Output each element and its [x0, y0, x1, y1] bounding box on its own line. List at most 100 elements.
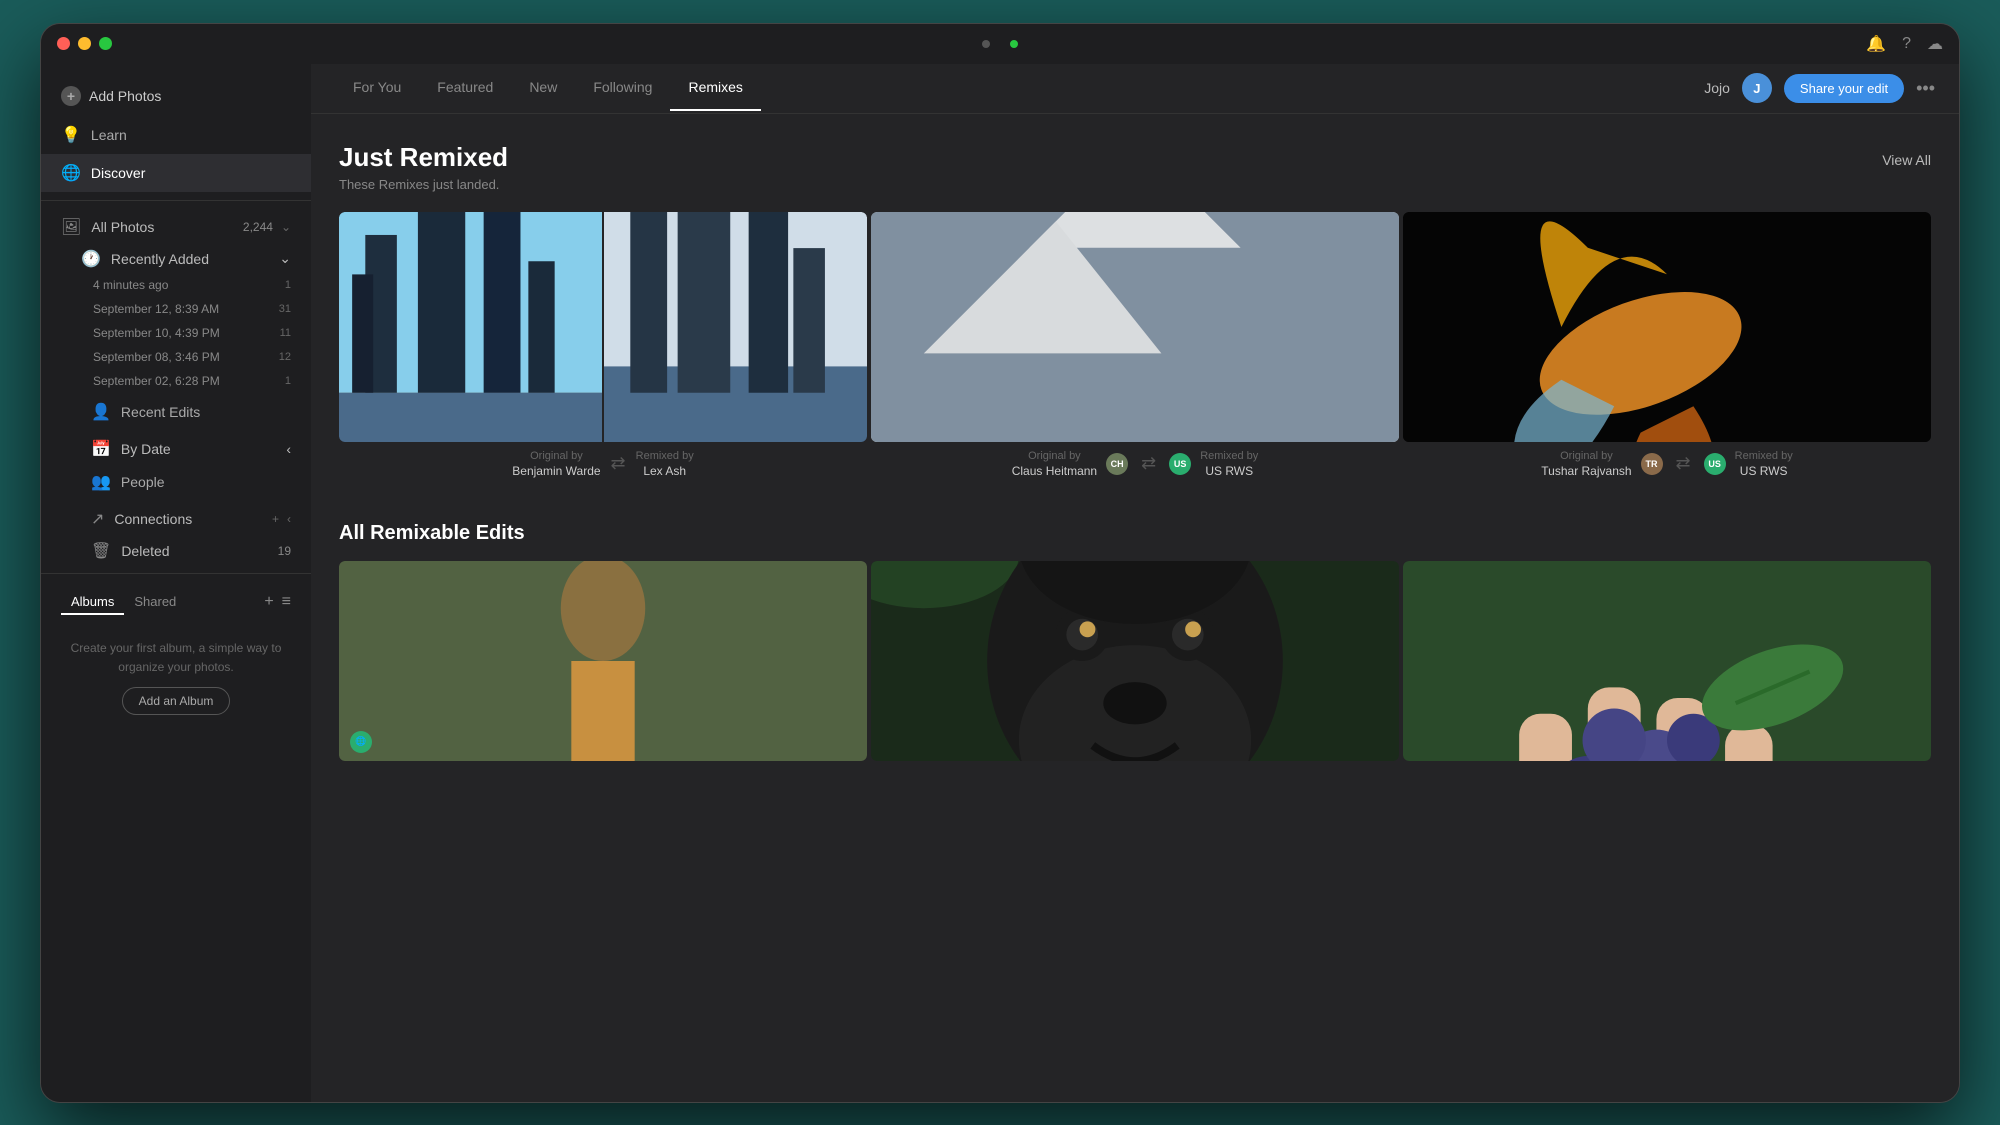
avatar-us-rws-1: US: [1169, 453, 1191, 475]
sidebar-item-learn[interactable]: 💡 Learn: [41, 116, 311, 154]
connections-section[interactable]: ↗ Connections + ‹: [41, 501, 311, 533]
edit-icon: 👤: [91, 402, 111, 422]
photo-inner-city: [339, 212, 867, 442]
add-photos-button[interactable]: + Add Photos: [41, 76, 311, 116]
view-all-button[interactable]: View All: [1882, 142, 1931, 168]
connections-chevron: ‹: [287, 512, 291, 526]
original-author-mountain: Claus Heitmann: [1012, 464, 1097, 478]
discover-label: Discover: [91, 165, 145, 181]
add-icon: +: [61, 86, 81, 106]
sub-item-4min-label: 4 minutes ago: [93, 278, 168, 292]
recently-added-section[interactable]: 🕐 Recently Added ⌄: [41, 241, 311, 273]
remixed-author-fish: US RWS: [1740, 464, 1788, 478]
maximize-button[interactable]: [99, 37, 112, 50]
photo-item-gorilla[interactable]: [871, 561, 1399, 761]
by-date-section[interactable]: 📅 By Date ‹: [41, 431, 311, 463]
laptop-shell: 🔔 ? ☁ + Add Photos 💡 Learn 🌐 Discover: [40, 23, 1960, 1103]
close-button[interactable]: [57, 37, 70, 50]
title-bar: 🔔 ? ☁: [41, 24, 1959, 64]
caption-original-fish: Original by Tushar Rajvansh: [1541, 450, 1631, 478]
tab-albums[interactable]: Albums: [61, 590, 124, 615]
original-author-fish: Tushar Rajvansh: [1541, 464, 1631, 478]
photo-caption-mountain: Original by Claus Heitmann CH ⇄ US Remix…: [871, 442, 1399, 482]
photo-inner-mountain: [871, 212, 1399, 442]
by-date-chevron: ‹: [286, 441, 291, 457]
clock-icon: 🕐: [81, 249, 101, 269]
caption-original-city: Original by Benjamin Warde: [512, 450, 600, 478]
caption-remixed-mountain: Remixed by US RWS: [1200, 450, 1258, 478]
just-remixed-grid: Original by Benjamin Warde ⇄ Remixed by …: [339, 212, 1931, 482]
sub-item-sep08[interactable]: September 08, 3:46 PM 12: [41, 345, 311, 369]
sub-item-sep08-count: 12: [279, 351, 291, 363]
recently-added-label: Recently Added: [111, 251, 209, 267]
photo-inner-fish: [1403, 212, 1931, 442]
sub-item-4min[interactable]: 4 minutes ago 1: [41, 273, 311, 297]
bell-icon[interactable]: 🔔: [1866, 34, 1886, 54]
original-label-mountain: Original by: [1028, 450, 1081, 462]
content-scroll[interactable]: Just Remixed These Remixes just landed. …: [311, 114, 1959, 1102]
photo-half-right: [604, 212, 867, 442]
add-album-icon[interactable]: +: [264, 593, 273, 611]
split-photo-city: [339, 212, 867, 442]
avatar-tushar: TR: [1641, 453, 1663, 475]
trash-icon: 🗑: [91, 541, 111, 561]
add-connection-icon[interactable]: +: [272, 512, 279, 526]
all-photos-section[interactable]: 🖼 All Photos 2,244 ⌄: [41, 209, 311, 241]
sub-item-sep10[interactable]: September 10, 4:39 PM 11: [41, 321, 311, 345]
deleted-count: 19: [278, 544, 291, 558]
avatar-us-rws-2: US: [1704, 453, 1726, 475]
all-remixable-title: All Remixable Edits: [339, 522, 1931, 545]
minimize-button[interactable]: [78, 37, 91, 50]
remixed-author-mountain: US RWS: [1205, 464, 1253, 478]
tab-for-you[interactable]: For You: [335, 65, 419, 111]
list-icon[interactable]: ≡: [282, 593, 291, 611]
tab-remixes[interactable]: Remixes: [670, 65, 760, 111]
sub-item-sep02-label: September 02, 6:28 PM: [93, 374, 220, 388]
add-album-button[interactable]: Add an Album: [122, 687, 231, 715]
discover-icon: 🌐: [61, 163, 81, 183]
deleted-section[interactable]: 🗑 Deleted 19: [41, 533, 311, 565]
traffic-lights: [57, 37, 112, 50]
tab-following[interactable]: Following: [575, 65, 670, 111]
remixed-label-city: Remixed by: [636, 450, 694, 462]
sub-item-sep12[interactable]: September 12, 8:39 AM 31: [41, 297, 311, 321]
top-nav: For You Featured New Following Remixes J…: [311, 64, 1959, 114]
connections-right: + ‹: [272, 512, 291, 526]
cloud-icon[interactable]: ☁: [1927, 34, 1943, 54]
albums-empty-text: Create your first album, a simple way to…: [71, 641, 282, 674]
original-author-city: Benjamin Warde: [512, 464, 600, 478]
divider-2: [41, 573, 311, 574]
just-remixed-subtitle: These Remixes just landed.: [339, 177, 508, 192]
photo-item-fish[interactable]: Original by Tushar Rajvansh TR ⇄ US Remi…: [1403, 212, 1931, 482]
user-label: Jojo: [1704, 80, 1730, 96]
title-bar-center: [982, 40, 1018, 48]
tab-new[interactable]: New: [511, 65, 575, 111]
user-avatar: J: [1742, 73, 1772, 103]
main-container: + Add Photos 💡 Learn 🌐 Discover 🖼 All Ph…: [41, 64, 1959, 1102]
divider-1: [41, 200, 311, 201]
sub-item-sep10-count: 11: [280, 327, 291, 339]
avatar-claus: CH: [1106, 453, 1128, 475]
add-photos-label: Add Photos: [89, 88, 161, 104]
more-options-button[interactable]: •••: [1916, 78, 1935, 99]
caption-original-mountain: Original by Claus Heitmann: [1012, 450, 1097, 478]
photo-item-berries[interactable]: [1403, 561, 1931, 761]
sub-item-sep02[interactable]: September 02, 6:28 PM 1: [41, 369, 311, 393]
recently-added-chevron: ⌄: [279, 250, 291, 267]
share-edit-button[interactable]: Share your edit: [1784, 74, 1904, 103]
calendar-icon: 📅: [91, 439, 111, 459]
sidebar-item-recent-edits[interactable]: 👤 Recent Edits: [41, 393, 311, 431]
photo-item-city[interactable]: Original by Benjamin Warde ⇄ Remixed by …: [339, 212, 867, 482]
sidebar-item-people[interactable]: 👥 People: [41, 463, 311, 501]
photo-inner-berries: [1403, 561, 1931, 761]
caption-remixed-fish: Remixed by US RWS: [1735, 450, 1793, 478]
just-remixed-title-group: Just Remixed These Remixes just landed.: [339, 142, 508, 192]
photo-item-dogs[interactable]: 🌐: [339, 561, 867, 761]
help-icon[interactable]: ?: [1902, 35, 1911, 53]
learn-icon: 💡: [61, 125, 81, 145]
photo-item-mountain[interactable]: Original by Claus Heitmann CH ⇄ US Remix…: [871, 212, 1399, 482]
tab-featured[interactable]: Featured: [419, 65, 511, 111]
main-content: For You Featured New Following Remixes J…: [311, 64, 1959, 1102]
sidebar-item-discover[interactable]: 🌐 Discover: [41, 154, 311, 192]
tab-shared[interactable]: Shared: [124, 590, 186, 615]
